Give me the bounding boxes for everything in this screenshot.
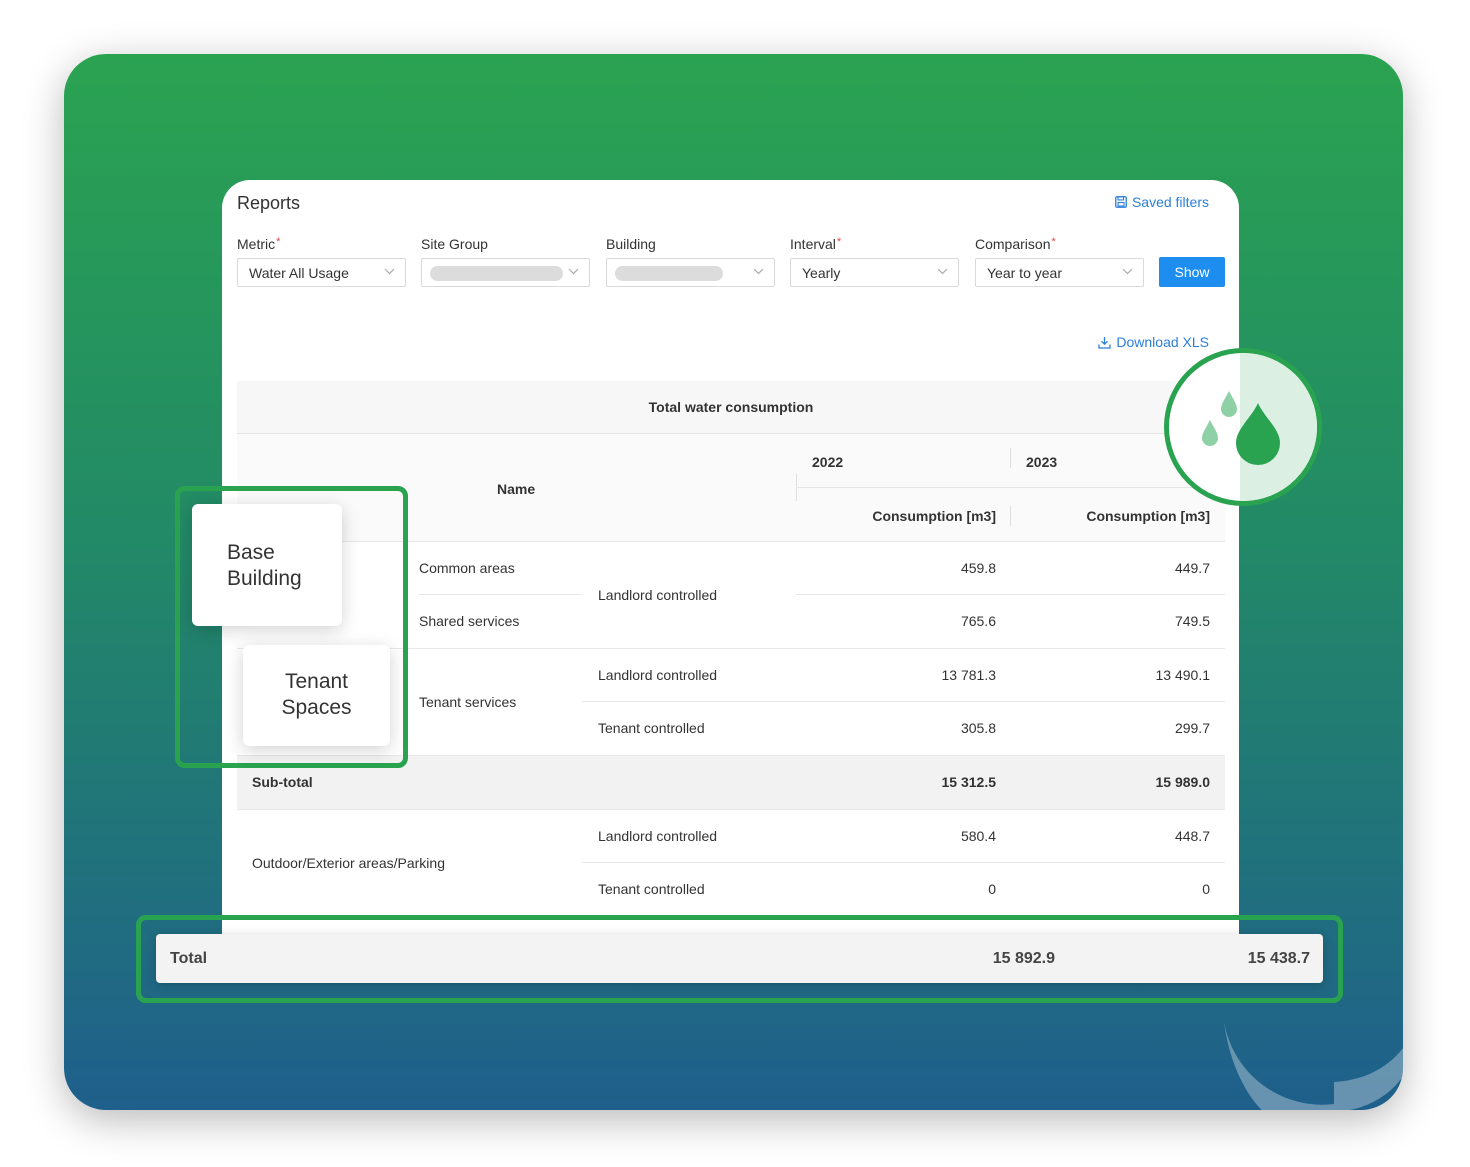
required-mark: *	[1051, 236, 1056, 248]
filter-label: Site Group	[421, 236, 488, 252]
required-mark: *	[836, 236, 842, 248]
download-label: Download XLS	[1116, 334, 1209, 350]
chevron-down-icon	[937, 268, 948, 275]
saved-filters-link[interactable]: Saved filters	[1115, 194, 1209, 210]
column-separator	[1010, 506, 1011, 526]
control-label: Landlord controlled	[598, 667, 718, 683]
control-label: Landlord controlled	[598, 587, 718, 603]
tag-line: Building	[227, 567, 302, 590]
filter-label: Building	[606, 236, 656, 252]
interval-filter: Interval* Yearly	[790, 236, 959, 287]
chevron-down-icon	[1122, 268, 1133, 275]
total-label: Total	[170, 950, 208, 967]
value-2023: 0	[1202, 881, 1210, 897]
site-group-select[interactable]	[421, 258, 590, 287]
value-2023: 448.7	[1174, 828, 1210, 844]
metric-select[interactable]: Water All Usage	[237, 258, 406, 287]
required-mark: *	[276, 236, 281, 248]
select-value: Water All Usage	[249, 265, 349, 281]
value-2022: 0	[988, 881, 996, 897]
tag-line: Spaces	[281, 696, 352, 719]
save-icon	[1115, 196, 1127, 208]
water-badge	[1164, 348, 1322, 506]
year-2023-header: 2023	[1026, 454, 1058, 470]
tag-line: Base	[227, 541, 275, 564]
value-2022: 13 781.3	[941, 667, 997, 683]
tenant-spaces-tag: Tenant Spaces	[243, 645, 390, 746]
outdoor-block: Landlord controlled 580.4 448.7 Tenant c…	[237, 810, 1225, 916]
chevron-down-icon	[753, 268, 764, 275]
select-value: Yearly	[802, 265, 841, 281]
name-column-header: Name	[497, 481, 536, 497]
filter-label: Comparison	[975, 236, 1051, 252]
download-xls-link[interactable]: Download XLS	[1098, 334, 1209, 350]
row-label: Tenant services	[419, 694, 517, 710]
comparison-select[interactable]: Year to year	[975, 258, 1144, 287]
sprout-icon	[1224, 1022, 1403, 1110]
year-2022-header: 2022	[812, 454, 844, 470]
total-2023: 15 438.7	[1247, 950, 1310, 967]
row-label: Shared services	[419, 613, 520, 629]
page-title: Reports	[237, 193, 301, 213]
water-drops-icon	[1202, 353, 1317, 501]
value-2023: 13 490.1	[1155, 667, 1211, 683]
control-label: Tenant controlled	[598, 881, 705, 897]
consumption-2023-header: Consumption [m3]	[1086, 508, 1210, 524]
subtotal-label: Sub-total	[252, 774, 313, 790]
control-label: Tenant controlled	[598, 720, 705, 736]
base-building-tag: Base Building	[192, 504, 342, 626]
control-label: Landlord controlled	[598, 828, 718, 844]
table-title: Total water consumption	[237, 381, 1225, 434]
saved-filters-label: Saved filters	[1131, 194, 1209, 210]
chevron-down-icon	[568, 268, 579, 275]
redacted-value	[615, 266, 723, 281]
subtotal-2022: 15 312.5	[941, 774, 997, 790]
value-2022: 765.6	[960, 613, 996, 629]
show-button[interactable]: Show	[1159, 257, 1225, 287]
chevron-down-icon	[384, 268, 395, 275]
value-2023: 749.5	[1174, 613, 1210, 629]
total-2022: 15 892.9	[992, 950, 1055, 967]
filter-label: Metric	[237, 236, 276, 252]
value-2022: 580.4	[960, 828, 996, 844]
header-divider	[796, 487, 1225, 488]
row-label: Common areas	[419, 560, 515, 576]
value-2023: 449.7	[1174, 560, 1210, 576]
subtotal-2023: 15 989.0	[1155, 774, 1211, 790]
row-label: Outdoor/Exterior areas/Parking	[252, 855, 445, 871]
comparison-filter: Comparison* Year to year	[975, 236, 1144, 287]
building-filter: Building	[606, 236, 775, 287]
site-group-filter: Site Group	[421, 236, 590, 287]
download-icon	[1098, 336, 1112, 349]
metric-filter: Metric* Water All Usage	[237, 236, 406, 287]
tag-line: Tenant	[284, 670, 349, 693]
select-value: Year to year	[987, 265, 1062, 281]
value-2022: 459.8	[960, 560, 996, 576]
filter-label: Interval	[790, 236, 836, 252]
building-select[interactable]	[606, 258, 775, 287]
value-2022: 305.8	[960, 720, 996, 736]
interval-select[interactable]: Yearly	[790, 258, 959, 287]
value-2023: 299.7	[1174, 720, 1210, 736]
redacted-value	[430, 266, 563, 281]
consumption-2022-header: Consumption [m3]	[872, 508, 996, 524]
column-separator	[1010, 448, 1011, 468]
total-row: Total 15 892.9 15 438.7	[156, 934, 1323, 983]
